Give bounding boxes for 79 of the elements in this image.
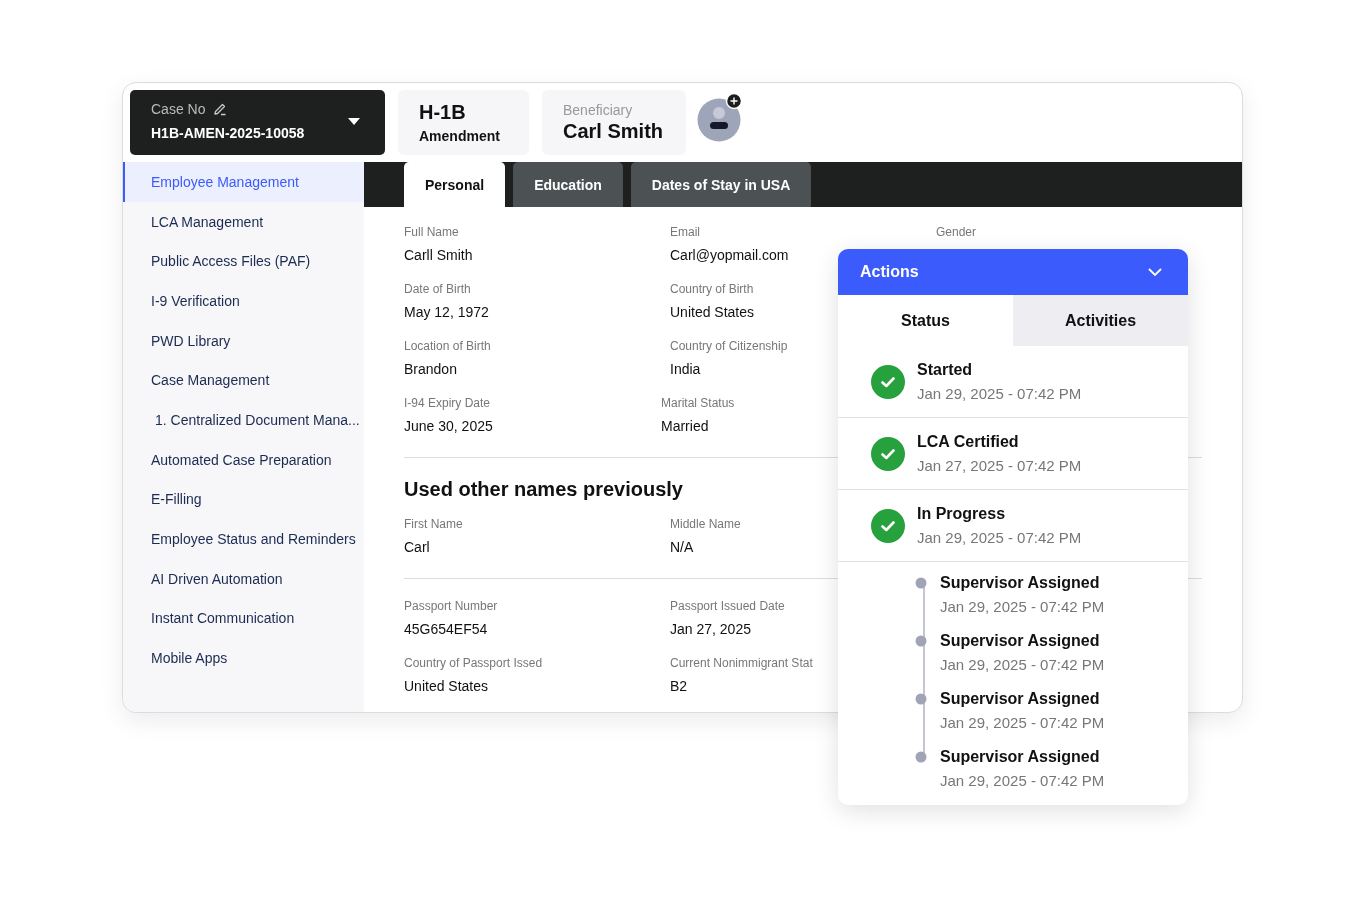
field-value: Carl bbox=[404, 539, 430, 555]
field-value: United States bbox=[404, 678, 489, 694]
caret-icon bbox=[348, 118, 360, 126]
field-value: Brandon bbox=[404, 361, 457, 377]
status-title: LCA Certified bbox=[917, 433, 1020, 451]
activity-date: Jan 29, 2025 - 07:42 PM bbox=[940, 656, 1105, 673]
status-title: In Progress bbox=[917, 505, 1007, 523]
field-label: Full Name bbox=[404, 225, 459, 239]
field-label: First Name bbox=[404, 517, 463, 531]
sidebar-item[interactable]: Public Access Files (PAF) bbox=[123, 241, 364, 282]
timeline-dot bbox=[915, 635, 927, 647]
field-label: Gender bbox=[936, 225, 977, 239]
field-value: B2 bbox=[670, 678, 688, 694]
sidebar-item[interactable]: AI Driven Automation bbox=[123, 558, 364, 599]
sidebar-item[interactable]: Case Management bbox=[123, 360, 364, 401]
case-label: Case No bbox=[151, 101, 206, 117]
status-title: Started bbox=[917, 361, 974, 379]
field-label: Passport Number bbox=[404, 599, 498, 613]
actions-dropdown[interactable]: Actions bbox=[838, 249, 1188, 295]
field-value: Carll Smith bbox=[404, 247, 473, 263]
tab[interactable]: Personal bbox=[404, 162, 506, 207]
field-label: Country of Citizenship bbox=[670, 339, 788, 353]
sidebar-item[interactable]: E-Filling bbox=[123, 479, 364, 520]
field-value: N/A bbox=[670, 539, 694, 555]
chevron-down-icon bbox=[1148, 268, 1162, 276]
field-value: Jan 27, 2025 bbox=[670, 621, 751, 637]
visa-subtype: Amendment bbox=[419, 128, 501, 144]
panel-tab[interactable]: Activities bbox=[1013, 295, 1188, 346]
beneficiary-label: Beneficiary bbox=[563, 102, 634, 118]
visa-type: H-1B bbox=[419, 101, 467, 124]
tab[interactable]: Education bbox=[513, 162, 623, 207]
field-label: Email bbox=[670, 225, 700, 239]
field-value: India bbox=[670, 361, 701, 377]
field-value: United States bbox=[670, 304, 755, 320]
activity-title: Supervisor Assigned bbox=[940, 748, 1101, 766]
field-label: Location of Birth bbox=[404, 339, 491, 353]
field-label: Country of Birth bbox=[670, 282, 754, 296]
sidebar-item[interactable]: Employee Status and Reminders bbox=[123, 519, 364, 559]
field-label: I-94 Expiry Date bbox=[404, 396, 491, 410]
field-value: May 12, 1972 bbox=[404, 304, 489, 320]
field-label: Country of Passport Issed bbox=[404, 656, 543, 670]
sidebar-item[interactable]: LCA Management bbox=[123, 201, 364, 242]
activity-title: Supervisor Assigned bbox=[940, 574, 1101, 592]
field-value: 45G654EF54 bbox=[404, 621, 488, 637]
field-label: Current Nonimmigrant Stat bbox=[670, 656, 813, 670]
sidebar-item[interactable]: Instant Communication bbox=[123, 598, 364, 639]
case-selector[interactable]: Case No H1B-AMEN-2025-10058 bbox=[130, 90, 385, 155]
section-heading: Used other names previously bbox=[404, 478, 683, 501]
check-circle-icon bbox=[871, 508, 905, 543]
tab[interactable]: Dates of Stay in USA bbox=[630, 162, 812, 207]
pencil-icon[interactable] bbox=[213, 102, 228, 116]
timeline-dot bbox=[915, 693, 927, 705]
activity-date: Jan 29, 2025 - 07:42 PM bbox=[940, 598, 1105, 615]
sidebar-item[interactable]: 1. Centralized Document Mana... bbox=[123, 400, 364, 440]
activity-date: Jan 29, 2025 - 07:42 PM bbox=[940, 772, 1105, 789]
field-label: Passport Issued Date bbox=[670, 599, 785, 613]
field-label: Middle Name bbox=[670, 517, 741, 531]
field-value: Carl@yopmail.com bbox=[670, 247, 789, 263]
activity-date: Jan 29, 2025 - 07:42 PM bbox=[940, 714, 1105, 731]
activity-title: Supervisor Assigned bbox=[940, 690, 1101, 708]
beneficiary-name: Carl Smith bbox=[563, 120, 665, 143]
field-label: Marital Status bbox=[661, 396, 735, 410]
field-label: Date of Birth bbox=[404, 282, 471, 296]
status-date: Jan 29, 2025 - 07:42 PM bbox=[917, 385, 1082, 402]
sidebar-item[interactable]: PWD Library bbox=[123, 320, 364, 361]
field-value: Married bbox=[661, 418, 709, 434]
check-circle-icon bbox=[871, 436, 905, 471]
sidebar-item[interactable]: Automated Case Preparation bbox=[123, 439, 364, 480]
case-number: H1B-AMEN-2025-10058 bbox=[151, 125, 306, 141]
check-circle-icon bbox=[871, 364, 905, 399]
status-date: Jan 27, 2025 - 07:42 PM bbox=[917, 457, 1082, 474]
sidebar-item[interactable]: Employee Management bbox=[123, 162, 364, 202]
timeline-dot bbox=[915, 751, 927, 763]
activity-title: Supervisor Assigned bbox=[940, 632, 1101, 650]
field-value: June 30, 2025 bbox=[404, 418, 493, 434]
status-date: Jan 29, 2025 - 07:42 PM bbox=[917, 529, 1082, 546]
sidebar-item[interactable]: Mobile Apps bbox=[123, 638, 364, 678]
sidebar-item[interactable]: I-9 Verification bbox=[123, 281, 364, 321]
timeline-dot bbox=[915, 577, 927, 589]
